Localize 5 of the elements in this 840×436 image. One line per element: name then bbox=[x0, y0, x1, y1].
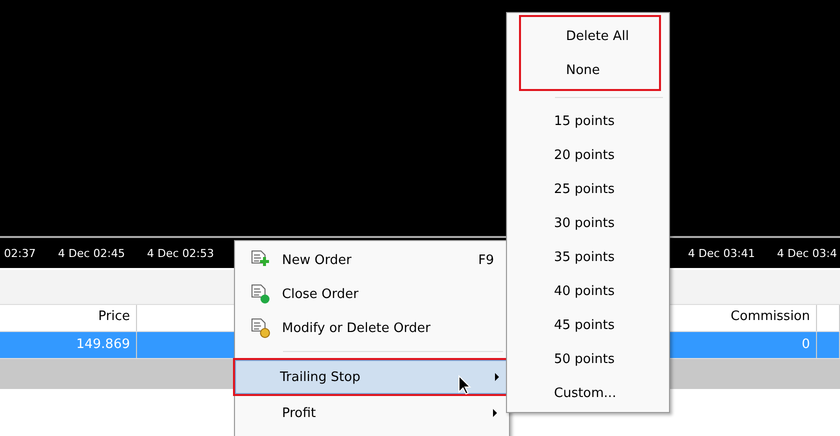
time-label: 4 Dec 03:41 bbox=[688, 246, 756, 260]
time-label: 4 Dec 02:53 bbox=[147, 246, 215, 260]
time-label: 4 Dec 03:4 bbox=[777, 246, 838, 260]
time-label: 02:37 bbox=[4, 246, 37, 260]
time-label: 4 Dec 02:45 bbox=[58, 246, 126, 260]
